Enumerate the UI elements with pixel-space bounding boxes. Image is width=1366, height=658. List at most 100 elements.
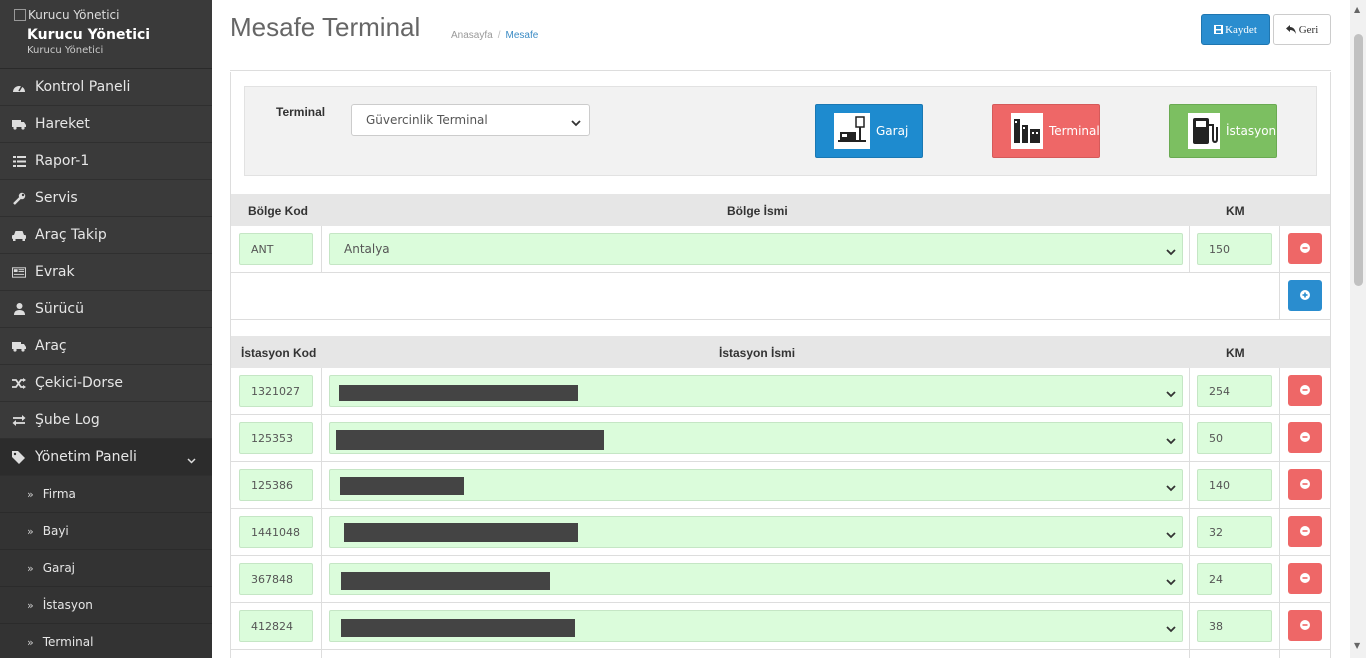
minus-circle-icon [1300, 619, 1310, 633]
station-name-select[interactable] [329, 563, 1183, 595]
terminal-label: Terminal [276, 105, 326, 119]
header-station-code: İstasyon Kod [241, 346, 317, 360]
terminal-button[interactable]: Terminal [992, 104, 1100, 158]
station-name-select[interactable] [329, 516, 1183, 548]
remove-row-button[interactable] [1288, 610, 1322, 641]
station-name-select[interactable] [329, 422, 1183, 454]
sidebar-subitem-garaj[interactable]: » Garaj [0, 550, 212, 587]
table-row: 367848 24 [231, 556, 1330, 603]
chevron-down-icon [1166, 387, 1176, 401]
region-km-input[interactable]: 150 [1197, 233, 1272, 265]
region-code-input[interactable]: ANT [239, 233, 313, 265]
table-row: 1441048 32 [231, 509, 1330, 556]
header-region-name: Bölge İsmi [727, 204, 788, 218]
double-arrow-icon: » [27, 487, 34, 501]
redacted-text [340, 477, 464, 495]
sidebar-item-arac[interactable]: Araç [0, 328, 212, 365]
table-row: 412824 38 [231, 603, 1330, 650]
minus-circle-icon [1300, 525, 1310, 539]
sidebar-subitem-terminal[interactable]: » Terminal [0, 624, 212, 658]
sidebar-subitem-bayi[interactable]: » Bayi [0, 513, 212, 550]
user-name: Kurucu Yönetici [27, 27, 151, 43]
chevron-down-icon [187, 452, 196, 468]
exchange-icon [12, 413, 26, 427]
sidebar-item-sube-log[interactable]: Şube Log [0, 402, 212, 439]
scrollbar-thumb[interactable] [1354, 34, 1363, 286]
remove-row-button[interactable] [1288, 516, 1322, 547]
table-row: 125353 50 [231, 415, 1330, 462]
station-code-input[interactable]: 1321027 [239, 375, 313, 407]
remove-row-button[interactable] [1288, 563, 1322, 594]
scroll-up-icon[interactable]: ▲ [1354, 5, 1360, 14]
wrench-icon [12, 191, 26, 205]
minus-circle-icon [1300, 572, 1310, 586]
scroll-down-icon[interactable]: ▼ [1354, 641, 1360, 650]
user-role: Kurucu Yönetici [27, 45, 104, 56]
station-km-input[interactable]: 140 [1197, 469, 1272, 501]
station-code-input[interactable]: 367848 [239, 563, 313, 595]
istasyon-button[interactable]: İstasyon [1169, 104, 1277, 158]
add-row-button[interactable] [1288, 280, 1322, 311]
station-km-input[interactable]: 38 [1197, 610, 1272, 642]
table-row: 125386 140 [231, 462, 1330, 509]
filter-box: Terminal Güvercinlik Terminal Garaj Term… [244, 86, 1317, 176]
user-icon [12, 302, 26, 316]
station-code-input[interactable]: 1441048 [239, 516, 313, 548]
reply-icon [1285, 25, 1296, 34]
station-km-input[interactable]: 50 [1197, 422, 1272, 454]
sidebar-item-evrak[interactable]: Evrak [0, 254, 212, 291]
sidebar-item-kontrol-paneli[interactable]: Kontrol Paneli [0, 69, 212, 106]
sidebar-subitem-firma[interactable]: » Firma [0, 476, 212, 513]
table-row-partial [231, 650, 1330, 658]
station-code-input[interactable]: 125386 [239, 469, 313, 501]
back-button[interactable]: Geri [1273, 14, 1331, 45]
table-row: ANT Antalya 150 [231, 226, 1330, 273]
sidebar-item-hareket[interactable]: Hareket [0, 106, 212, 143]
station-code-input[interactable]: 125353 [239, 422, 313, 454]
minus-circle-icon [1300, 384, 1310, 398]
station-code-input[interactable]: 412824 [239, 610, 313, 642]
list-icon [12, 154, 26, 168]
remove-row-button[interactable] [1288, 233, 1322, 264]
header-station-km: KM [1226, 346, 1245, 360]
sidebar-item-cekici-dorse[interactable]: Çekici-Dorse [0, 365, 212, 402]
double-arrow-icon: » [27, 598, 34, 612]
remove-row-button[interactable] [1288, 375, 1322, 406]
minus-circle-icon [1300, 478, 1310, 492]
header-region-km: KM [1226, 204, 1245, 218]
truck-icon [12, 117, 26, 131]
redacted-text [344, 523, 578, 542]
remove-row-button[interactable] [1288, 469, 1322, 500]
header-station-name: İstasyon İsmi [719, 346, 796, 360]
station-name-select[interactable] [329, 469, 1183, 501]
station-name-select[interactable] [329, 375, 1183, 407]
sidebar-item-yonetim-paneli[interactable]: Yönetim Paneli [0, 439, 212, 476]
station-km-input[interactable]: 32 [1197, 516, 1272, 548]
remove-row-button[interactable] [1288, 422, 1322, 453]
station-km-input[interactable]: 254 [1197, 375, 1272, 407]
redacted-text [341, 619, 575, 637]
sidebar-item-arac-takip[interactable]: Araç Takip [0, 217, 212, 254]
chevron-down-icon [1166, 481, 1176, 495]
content-panel: Terminal Güvercinlik Terminal Garaj Term… [230, 72, 1331, 658]
vertical-scrollbar[interactable]: ▲ ▼ [1350, 0, 1366, 658]
page-title: Mesafe Terminal [230, 12, 421, 42]
sidebar-item-surucu[interactable]: Sürücü [0, 291, 212, 328]
sidebar-item-servis[interactable]: Servis [0, 180, 212, 217]
chevron-down-icon [1166, 434, 1176, 448]
breadcrumb-current: Mesafe [505, 30, 539, 41]
save-button[interactable]: Kaydet [1201, 14, 1270, 45]
region-name-select[interactable]: Antalya [329, 233, 1183, 265]
minus-circle-icon [1300, 431, 1310, 445]
double-arrow-icon: » [27, 524, 34, 538]
chevron-down-icon [1166, 575, 1176, 589]
chevron-down-icon [1166, 245, 1176, 259]
station-name-select[interactable] [329, 610, 1183, 642]
table-row: 1321027 254 [231, 368, 1330, 415]
station-km-input[interactable]: 24 [1197, 563, 1272, 595]
sidebar-subitem-istasyon[interactable]: » İstasyon [0, 587, 212, 624]
sidebar-item-rapor-1[interactable]: Rapor-1 [0, 143, 212, 180]
garaj-button[interactable]: Garaj [815, 104, 923, 158]
terminal-select[interactable]: Güvercinlik Terminal [351, 104, 590, 136]
breadcrumb-home[interactable]: Anasayfa [451, 30, 493, 41]
